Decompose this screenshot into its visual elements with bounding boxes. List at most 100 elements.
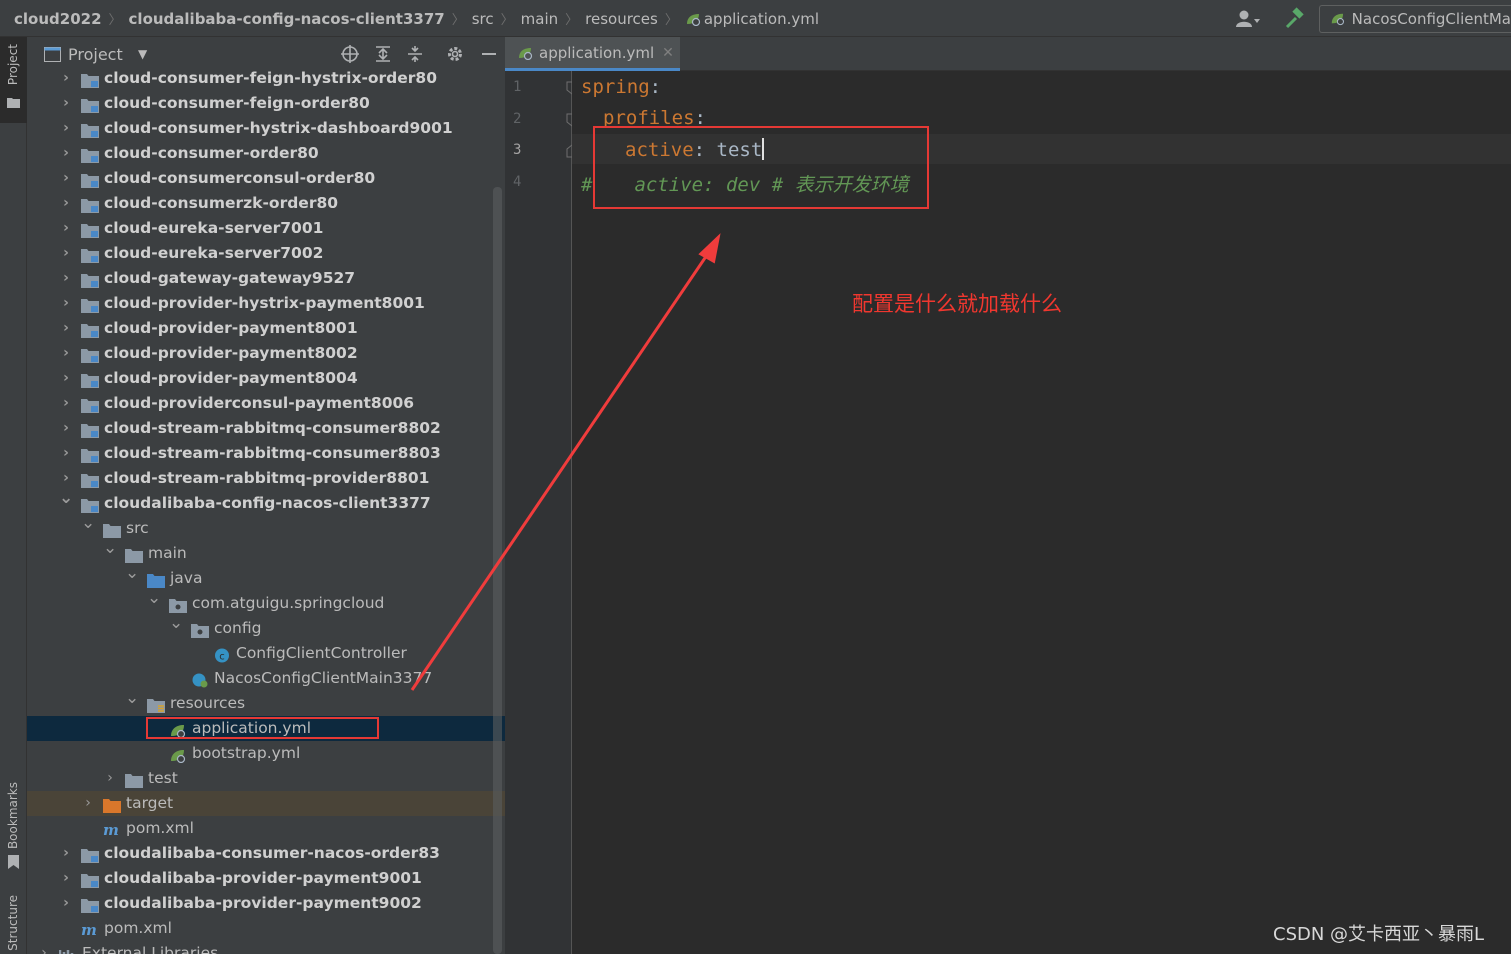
chevron-right-icon[interactable]: › — [59, 316, 73, 341]
chevron-right-icon[interactable]: › — [59, 141, 73, 166]
hide-panel-icon[interactable] — [479, 44, 499, 64]
line-number: 1 — [513, 79, 522, 95]
breadcrumb-resources[interactable]: resources — [585, 10, 658, 28]
bookmarks-tool-button[interactable]: Bookmarks — [0, 777, 27, 872]
chevron-right-icon[interactable]: › — [59, 341, 73, 366]
chevron-right-icon[interactable]: › — [59, 391, 73, 416]
chevron-down-icon[interactable]: ⌄ — [147, 590, 161, 616]
structure-tool-button[interactable]: Structure — [0, 895, 27, 954]
collapse-all-icon[interactable] — [405, 44, 425, 64]
tree-item[interactable]: ⌄ config — [27, 615, 505, 641]
chevron-right-icon[interactable]: › — [59, 91, 73, 116]
chevron-right-icon[interactable]: › — [59, 291, 73, 316]
chevron-down-icon[interactable]: ⌄ — [59, 490, 73, 516]
tree-item[interactable]: › cloud-consumer-feign-hystrix-order80 — [27, 66, 505, 91]
tree-item[interactable]: m pom.xml — [27, 916, 505, 941]
tree-item[interactable]: ⌄ main — [27, 540, 505, 566]
breadcrumb-project[interactable]: cloud2022 — [14, 10, 102, 28]
tree-item[interactable]: › cloudalibaba-provider-payment9001 — [27, 866, 505, 891]
tree-item[interactable]: m pom.xml — [27, 816, 505, 841]
chevron-right-icon[interactable]: › — [37, 941, 51, 954]
tree-item[interactable]: ⌄ com.atguigu.springcloud — [27, 590, 505, 616]
chevron-right-icon[interactable]: › — [81, 791, 95, 816]
breadcrumb-module[interactable]: cloudalibaba-config-nacos-client3377 — [129, 10, 445, 28]
chevron-right-icon[interactable]: › — [59, 366, 73, 391]
chevron-right-icon[interactable]: › — [59, 266, 73, 291]
tree-item[interactable]: NacosConfigClientMain3377 — [27, 666, 505, 691]
breadcrumb: cloud2022 〉 cloudalibaba-config-nacos-clie… — [14, 9, 819, 28]
run-configuration-label: NacosConfigClientMa — [1351, 10, 1511, 28]
tab-application-yml[interactable]: application.yml ✕ — [505, 37, 680, 71]
structure-tool-label: Structure — [6, 895, 20, 951]
tree-item[interactable]: › cloud-consumerzk-order80 — [27, 191, 505, 216]
chevron-right-icon[interactable]: › — [59, 241, 73, 266]
tree-item[interactable]: bootstrap.yml — [27, 741, 505, 766]
chevron-right-icon[interactable]: › — [59, 441, 73, 466]
module-icon — [81, 121, 99, 138]
breadcrumb-src[interactable]: src — [472, 10, 494, 28]
tree-item[interactable]: › target — [27, 791, 505, 816]
package-icon — [191, 621, 209, 638]
chevron-right-icon[interactable]: › — [59, 866, 73, 891]
tree-item[interactable]: › cloud-gateway-gateway9527 — [27, 266, 505, 291]
gear-icon[interactable] — [445, 44, 465, 64]
tree-item-label: cloud-provider-hystrix-payment8001 — [104, 294, 425, 312]
tree-item[interactable]: › cloudalibaba-consumer-nacos-order83 — [27, 841, 505, 866]
tree-item[interactable]: › cloud-stream-rabbitmq-consumer8802 — [27, 416, 505, 441]
chevron-right-icon[interactable]: › — [59, 891, 73, 916]
tree-item-label: pom.xml — [126, 819, 194, 837]
tree-item[interactable]: › cloud-stream-rabbitmq-consumer8803 — [27, 441, 505, 466]
user-icon[interactable] — [1235, 7, 1271, 31]
expand-all-icon[interactable] — [373, 44, 393, 64]
chevron-down-icon[interactable]: ▼ — [138, 47, 147, 61]
chevron-right-icon[interactable]: › — [59, 416, 73, 441]
chevron-down-icon[interactable]: ⌄ — [103, 540, 117, 566]
chevron-down-icon[interactable]: ⌄ — [125, 565, 139, 591]
tree-item[interactable]: › cloud-consumer-order80 — [27, 141, 505, 166]
tree-item[interactable]: › cloud-consumer-feign-order80 — [27, 91, 505, 116]
locate-icon[interactable] — [340, 44, 360, 64]
close-icon[interactable]: ✕ — [662, 45, 674, 61]
hammer-icon[interactable] — [1281, 7, 1307, 31]
tree-item[interactable]: › cloud-providerconsul-payment8006 — [27, 391, 505, 416]
tree-item[interactable]: › External Libraries — [27, 941, 505, 954]
tree-item[interactable]: › cloud-consumer-hystrix-dashboard9001 — [27, 116, 505, 141]
breadcrumb-file[interactable]: application.yml — [704, 10, 819, 28]
chevron-right-icon[interactable]: › — [59, 216, 73, 241]
project-panel-title[interactable]: Project — [68, 45, 123, 64]
chevron-down-icon[interactable]: ⌄ — [125, 690, 139, 716]
breadcrumb-main[interactable]: main — [521, 10, 558, 28]
chevron-down-icon[interactable]: ⌄ — [169, 615, 183, 641]
tree-item[interactable]: c ConfigClientController — [27, 641, 505, 666]
chevron-right-icon[interactable]: › — [59, 166, 73, 191]
tree-scrollbar[interactable] — [493, 187, 502, 954]
tree-item[interactable]: › cloud-provider-payment8004 — [27, 366, 505, 391]
chevron-right-icon[interactable]: › — [103, 766, 117, 791]
chevron-right-icon[interactable]: › — [59, 841, 73, 866]
folder-icon — [7, 98, 20, 108]
tree-item[interactable]: ⌄ cloudalibaba-config-nacos-client3377 — [27, 490, 505, 516]
chevron-right-icon[interactable]: › — [59, 66, 73, 91]
tree-item[interactable]: › cloud-stream-rabbitmq-provider8801 — [27, 466, 505, 491]
chevron-down-icon[interactable]: ⌄ — [81, 515, 95, 541]
chevron-right-icon[interactable]: › — [59, 116, 73, 141]
tree-item[interactable]: › test — [27, 766, 505, 791]
tree-item[interactable]: › cloud-consumerconsul-order80 — [27, 166, 505, 191]
run-configuration-selector[interactable]: NacosConfigClientMa — [1319, 5, 1511, 33]
tree-item[interactable]: ⌄ java — [27, 565, 505, 591]
folder-icon — [125, 546, 143, 563]
tree-item[interactable]: › cloud-provider-hystrix-payment8001 — [27, 291, 505, 316]
tree-item-label: cloud-consumer-feign-hystrix-order80 — [104, 69, 437, 87]
chevron-right-icon[interactable]: › — [59, 191, 73, 216]
tree-item[interactable]: › cloud-eureka-server7001 — [27, 216, 505, 241]
tree-item[interactable]: ⌄ resources — [27, 690, 505, 716]
module-icon — [81, 421, 99, 438]
module-icon — [81, 896, 99, 913]
tree-item[interactable]: › cloud-provider-payment8002 — [27, 341, 505, 366]
tree-item[interactable]: › cloudalibaba-provider-payment9002 — [27, 891, 505, 916]
project-tool-button[interactable]: Project — [0, 37, 27, 123]
tree-item[interactable]: ⌄ src — [27, 515, 505, 541]
tree-item-label: com.atguigu.springcloud — [192, 594, 385, 612]
tree-item[interactable]: › cloud-provider-payment8001 — [27, 316, 505, 341]
tree-item[interactable]: › cloud-eureka-server7002 — [27, 241, 505, 266]
